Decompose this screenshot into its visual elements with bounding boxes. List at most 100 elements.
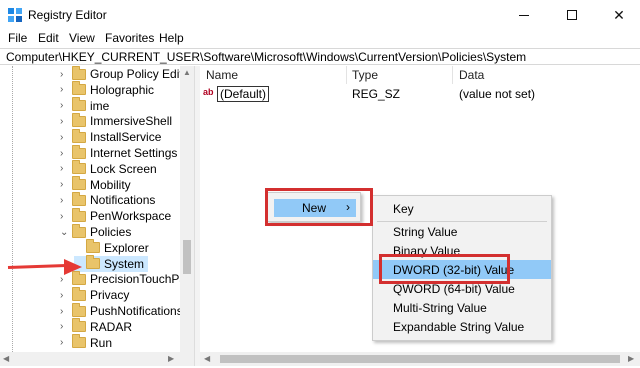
address-bar[interactable]: Computer\HKEY_CURRENT_USER\Software\Micr…	[0, 48, 640, 65]
close-icon: ✕	[613, 6, 625, 23]
scroll-up-icon[interactable]: ▲	[183, 68, 191, 77]
submenu-item-key[interactable]: Key	[373, 199, 551, 218]
menu-bar: File Edit View Favorites Help	[0, 30, 640, 48]
tree-item-radar[interactable]: › RADAR	[60, 318, 132, 335]
folder-icon	[86, 239, 100, 254]
menu-help[interactable]: Help	[159, 31, 184, 45]
folder-icon	[72, 207, 86, 222]
tree-item-label: System	[104, 256, 145, 271]
chevron-right-icon[interactable]: ›	[60, 211, 68, 222]
tree-item-label: PenWorkspace	[90, 209, 172, 224]
annotation-box-new	[265, 188, 373, 226]
column-header-data[interactable]: Data	[459, 68, 484, 82]
tree-item-label: PrecisionTouchPad	[90, 272, 193, 287]
chevron-right-icon[interactable]: ›	[60, 148, 68, 159]
submenu-item-label: Multi-String Value	[393, 301, 487, 315]
column-header-type[interactable]: Type	[352, 68, 378, 82]
submenu-item-label: String Value	[393, 225, 458, 239]
chevron-right-icon[interactable]: ›	[60, 100, 68, 111]
maximize-icon	[567, 10, 577, 20]
submenu-item-label: QWORD (64-bit) Value	[393, 282, 515, 296]
tree-item-lock-screen[interactable]: › Lock Screen	[60, 160, 157, 177]
value-row[interactable]: ab (Default) REG_SZ (value not set)	[200, 86, 640, 102]
tree-item-label: Lock Screen	[90, 161, 157, 176]
tree-item-pushnotifications[interactable]: › PushNotifications	[60, 302, 183, 319]
tree-item-label: InstallService	[90, 130, 162, 145]
tree-item-label: ImmersiveShell	[90, 114, 173, 129]
folder-icon	[72, 112, 86, 127]
submenu-item-multi-string-value[interactable]: Multi-String Value	[373, 298, 551, 317]
chevron-right-icon[interactable]: ›	[60, 163, 68, 174]
tree-vertical-scrollbar[interactable]: ▲	[180, 66, 194, 352]
column-divider[interactable]	[452, 66, 453, 84]
menu-file[interactable]: File	[8, 31, 27, 45]
tree-item-label: Policies	[90, 225, 132, 239]
minimize-icon	[519, 14, 529, 16]
tree-item-label: ime	[90, 98, 110, 113]
address-path: Computer\HKEY_CURRENT_USER\Software\Micr…	[6, 50, 527, 64]
chevron-right-icon[interactable]: ›	[60, 195, 68, 206]
scroll-right-icon[interactable]: ▶	[628, 354, 634, 363]
values-scroll-thumb[interactable]	[220, 355, 620, 363]
chevron-right-icon[interactable]: ›	[60, 290, 68, 301]
value-type: REG_SZ	[352, 87, 401, 101]
chevron-right-icon[interactable]: ›	[60, 274, 68, 285]
chevron-right-icon[interactable]: ›	[60, 69, 68, 80]
folder-icon	[72, 160, 86, 175]
folder-icon	[72, 191, 86, 206]
tree-item-mobility[interactable]: › Mobility	[60, 176, 131, 193]
tree-item-policies[interactable]: ⌄ Policies	[60, 223, 132, 240]
chevron-right-icon[interactable]: ›	[60, 306, 68, 317]
folder-icon	[72, 318, 86, 333]
scroll-left-icon[interactable]: ◀	[3, 354, 9, 363]
menu-favorites[interactable]: Favorites	[105, 31, 154, 45]
tree-scroll-thumb[interactable]	[183, 240, 191, 274]
submenu-item-expandable-string-value[interactable]: Expandable String Value	[373, 317, 551, 336]
tree-item-group-policy-editor[interactable]: › Group Policy Editor	[60, 66, 193, 82]
close-button[interactable]: ✕	[596, 0, 640, 30]
tree-item-run[interactable]: › Run	[60, 334, 112, 351]
submenu-item-string-value[interactable]: String Value	[373, 222, 551, 241]
chevron-right-icon[interactable]: ›	[60, 337, 68, 348]
chevron-right-icon[interactable]: ›	[60, 84, 68, 95]
tree-horizontal-scrollbar[interactable]: ◀ ▶	[0, 352, 194, 366]
chevron-right-icon[interactable]: ›	[60, 116, 68, 127]
folder-icon	[72, 176, 86, 191]
annotation-box-dword	[379, 254, 510, 284]
chevron-right-icon[interactable]: ›	[60, 179, 68, 190]
submenu-item-label: Expandable String Value	[393, 320, 525, 334]
maximize-button[interactable]	[549, 0, 595, 30]
chevron-down-icon[interactable]: ⌄	[60, 227, 68, 238]
folder-icon	[72, 334, 86, 349]
minimize-button[interactable]	[501, 0, 547, 30]
tree-item-installservice[interactable]: › InstallService	[60, 128, 162, 145]
tree-item-immersiveshell[interactable]: › ImmersiveShell	[60, 112, 173, 129]
tree-item-holographic[interactable]: › Holographic	[60, 81, 155, 98]
chevron-right-icon[interactable]: ›	[60, 321, 68, 332]
title-bar: Registry Editor ✕	[0, 0, 640, 30]
tree-item-privacy[interactable]: › Privacy	[60, 286, 129, 303]
tree-item-notifications[interactable]: › Notifications	[60, 191, 155, 208]
chevron-right-icon[interactable]: ›	[60, 132, 68, 143]
folder-icon	[72, 81, 86, 96]
folder-icon	[72, 144, 86, 159]
tree-item-internet-settings[interactable]: › Internet Settings	[60, 144, 178, 161]
values-horizontal-scrollbar[interactable]: ◀ ▶	[200, 352, 640, 366]
string-value-icon: ab	[203, 87, 214, 97]
tree-item-label: Holographic	[90, 82, 155, 97]
tree-item-label: Mobility	[90, 177, 131, 192]
tree-item-label: PushNotifications	[90, 304, 183, 318]
menu-view[interactable]: View	[69, 31, 95, 45]
tree-item-system[interactable]: System	[74, 255, 149, 272]
tree-item-penworkspace[interactable]: › PenWorkspace	[60, 207, 172, 224]
tree-item-label: Internet Settings	[90, 146, 178, 160]
scroll-left-icon[interactable]: ◀	[204, 354, 210, 363]
column-header-name[interactable]: Name	[206, 68, 238, 82]
menu-edit[interactable]: Edit	[38, 31, 59, 45]
tree-item-explorer[interactable]: Explorer	[74, 239, 149, 256]
tree-item-label: Group Policy Editor	[90, 67, 194, 81]
scroll-right-icon[interactable]: ▶	[168, 354, 174, 363]
column-divider[interactable]	[346, 66, 347, 84]
folder-icon	[72, 66, 86, 80]
tree-item-ime[interactable]: › ime	[60, 97, 110, 114]
